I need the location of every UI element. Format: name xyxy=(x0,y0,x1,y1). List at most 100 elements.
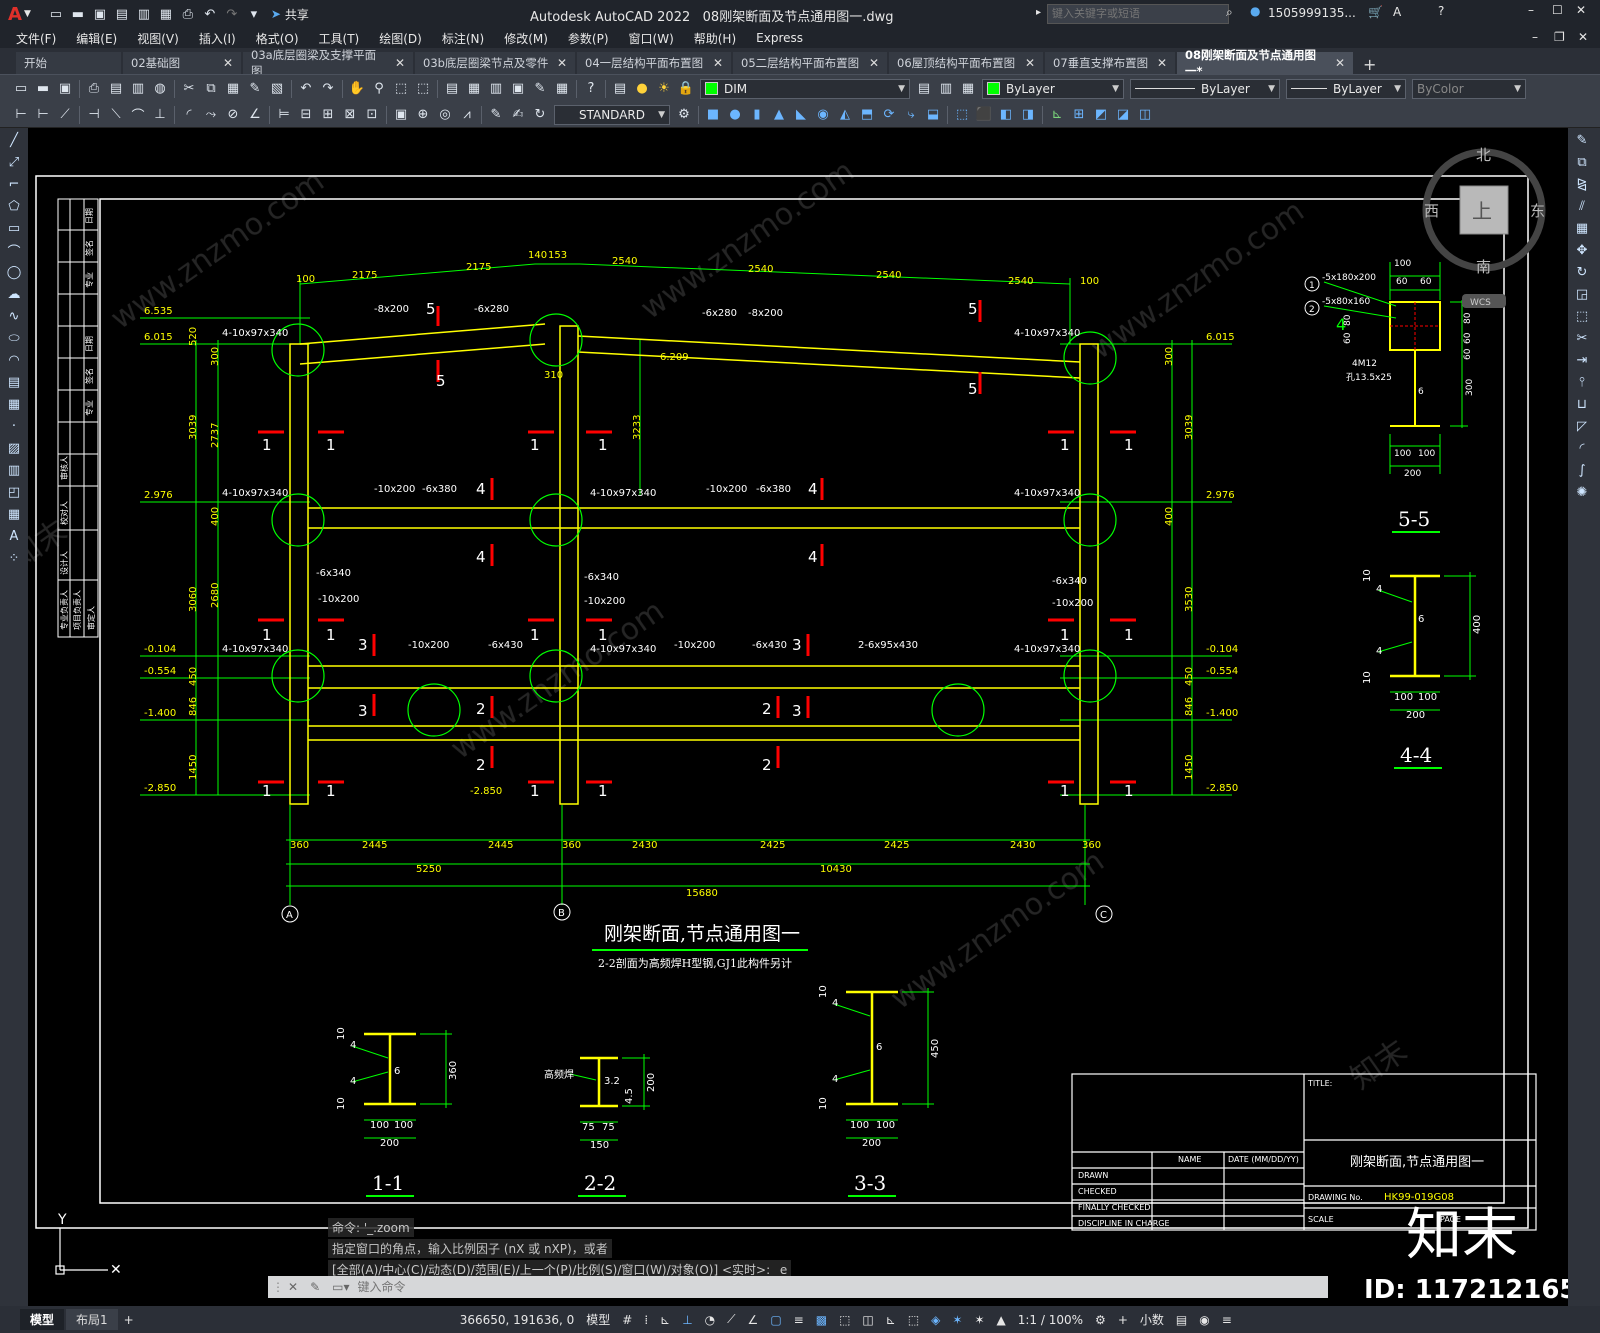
loft-icon[interactable]: ⬓ xyxy=(924,106,942,124)
close-icon[interactable]: ✕ xyxy=(1576,3,1586,17)
revolve-icon[interactable]: ⟳ xyxy=(880,106,898,124)
add-layout-icon[interactable]: + xyxy=(124,1313,134,1327)
ortho-icon[interactable]: ⊥ xyxy=(682,1313,692,1327)
user-icon[interactable]: ● xyxy=(1250,4,1260,18)
arc-length-icon[interactable]: ⌒ xyxy=(129,106,147,124)
ellipse-icon[interactable]: ⬭ xyxy=(4,328,24,348)
menu-file[interactable]: 文件(F) xyxy=(6,30,66,47)
make-block-icon[interactable]: ▦ xyxy=(4,394,24,414)
menu-view[interactable]: 视图(V) xyxy=(127,30,189,47)
tab-04[interactable]: 04一层结构平面布置图 ✕ xyxy=(577,52,731,74)
maximize-icon[interactable]: ☐ xyxy=(1552,3,1563,17)
angular-icon[interactable]: ∠ xyxy=(246,106,264,124)
workspace-gear-icon[interactable]: ⚙ xyxy=(1095,1313,1106,1327)
close-tab-icon[interactable]: ✕ xyxy=(1157,56,1167,70)
3d-print-icon[interactable]: ◍ xyxy=(151,80,169,98)
selection-cycling-icon[interactable]: ⬚ xyxy=(839,1313,850,1327)
share-button[interactable]: 共享 xyxy=(285,6,309,23)
layer-previous-icon[interactable]: ▥ xyxy=(937,80,955,98)
cut-icon[interactable]: ✂ xyxy=(180,80,198,98)
arc-icon[interactable]: ⌒ xyxy=(4,240,24,260)
grip-icon[interactable]: ⋮ xyxy=(272,1280,284,1294)
save-as-icon[interactable]: ▤ xyxy=(113,5,131,23)
polar-icon[interactable]: ◔ xyxy=(705,1313,715,1327)
box-icon[interactable]: ■ xyxy=(704,106,722,124)
polyline-icon[interactable]: ⌐ xyxy=(4,174,24,194)
intersect-icon[interactable]: ◧ xyxy=(997,106,1015,124)
dim-break-icon[interactable]: ⊡ xyxy=(363,106,381,124)
snap-icon[interactable]: ⁞ xyxy=(644,1313,648,1327)
app-logo[interactable]: A xyxy=(8,4,22,25)
lineweight-dropdown[interactable]: ByLayer ▼ xyxy=(1286,78,1406,99)
viewcube-south[interactable]: 南 xyxy=(1476,258,1491,276)
block-editor-icon[interactable]: ▧ xyxy=(268,80,286,98)
tolerance-icon[interactable]: ▣ xyxy=(392,106,410,124)
dimstyle-manager-icon[interactable]: ⚙ xyxy=(675,106,693,124)
join-icon[interactable]: ⊔ xyxy=(1572,394,1592,414)
copy-object-icon[interactable]: ⧉ xyxy=(1572,152,1592,172)
doc-restore-icon[interactable]: ❐ xyxy=(1554,30,1565,44)
ucs-icon[interactable]: ⊾ xyxy=(1048,106,1066,124)
search-expand-icon[interactable]: ▸ xyxy=(1036,7,1041,18)
new-tab-icon[interactable]: + xyxy=(1355,55,1384,74)
mirror-icon[interactable]: ⧎ xyxy=(1572,174,1592,194)
ucs-object-icon[interactable]: ◪ xyxy=(1114,106,1132,124)
gizmo-icon[interactable]: ◈ xyxy=(931,1313,940,1327)
hatch-icon[interactable]: ▨ xyxy=(4,438,24,458)
close-tab-icon[interactable]: ✕ xyxy=(223,56,233,70)
open-file-icon[interactable]: ▬ xyxy=(69,5,87,23)
viewcube[interactable]: 上 北 南 西 东 WCS xyxy=(1422,146,1546,308)
move-icon[interactable]: ✥ xyxy=(1572,240,1592,260)
doc-close-icon[interactable]: ✕ xyxy=(1578,30,1588,44)
viewcube-top[interactable]: 上 xyxy=(1472,199,1492,223)
transparency-icon[interactable]: ▩ xyxy=(816,1313,827,1327)
quick-dim-icon[interactable]: ⊢ xyxy=(12,106,30,124)
wcs-menu[interactable]: WCS xyxy=(1470,298,1491,308)
quick-dimension-icon[interactable]: ⊨ xyxy=(275,106,293,124)
plotstyle-dropdown[interactable]: ByColor ▼ xyxy=(1412,78,1526,99)
tab-start[interactable]: 开始 xyxy=(16,52,121,74)
continue-icon[interactable]: ⊞ xyxy=(319,106,337,124)
undo-icon[interactable]: ↶ xyxy=(201,5,219,23)
drawing-svg[interactable]: www.znzmo.com www.znzmo.com www.znzmo.co… xyxy=(28,128,1568,1306)
close-tab-icon[interactable]: ✕ xyxy=(1335,56,1345,70)
customize-status-icon[interactable]: ≡ xyxy=(1222,1313,1232,1327)
dim-aligned-icon[interactable]: ⟍ xyxy=(107,106,125,124)
share-icon[interactable]: ➤ xyxy=(271,7,281,21)
close-icon[interactable]: ✕ xyxy=(288,1280,298,1294)
menu-modify[interactable]: 修改(M) xyxy=(494,30,558,47)
new-file-icon[interactable]: ▭ xyxy=(47,5,65,23)
layer-properties-icon[interactable]: ▤ xyxy=(611,80,629,98)
table-icon[interactable]: ▦ xyxy=(4,504,24,524)
print-icon[interactable]: ⎙ xyxy=(179,5,197,23)
viewcube-west[interactable]: 西 xyxy=(1424,202,1439,220)
aligned-dim-icon[interactable]: ⟋ xyxy=(56,106,74,124)
menu-insert[interactable]: 插入(I) xyxy=(189,30,246,47)
rotate-icon[interactable]: ↻ xyxy=(1572,262,1592,282)
diameter-icon[interactable]: ⊘ xyxy=(224,106,242,124)
drawing-canvas[interactable]: www.znzmo.com www.znzmo.com www.znzmo.co… xyxy=(28,128,1568,1306)
ucs-world-icon[interactable]: ⊞ xyxy=(1070,106,1088,124)
paste-icon[interactable]: ▦ xyxy=(224,80,242,98)
annotation-scale-icon[interactable]: ▲ xyxy=(997,1313,1006,1327)
jogged-icon[interactable]: ⤳ xyxy=(202,106,220,124)
sun-icon[interactable]: ☀ xyxy=(655,80,673,98)
undo-icon[interactable]: ↶ xyxy=(297,80,315,98)
dim-space-icon[interactable]: ⊠ xyxy=(341,106,359,124)
ucs-view-icon[interactable]: ◫ xyxy=(1136,106,1154,124)
menu-window[interactable]: 窗口(W) xyxy=(619,30,684,47)
save-icon[interactable]: ▣ xyxy=(56,80,74,98)
circle-icon[interactable]: ◯ xyxy=(4,262,24,282)
minimize-icon[interactable]: – xyxy=(1528,3,1534,17)
gradient-icon[interactable]: ▥ xyxy=(4,460,24,480)
lightbulb-icon[interactable]: ● xyxy=(633,80,651,98)
dynamic-ucs-icon[interactable]: ⊾ xyxy=(886,1313,896,1327)
slice-icon[interactable]: ◨ xyxy=(1019,106,1037,124)
blend-icon[interactable]: ∫ xyxy=(1572,460,1592,480)
3d-osnap-icon[interactable]: ◫ xyxy=(862,1313,873,1327)
search-icon[interactable]: ⌕ xyxy=(1226,5,1233,20)
user-name[interactable]: 1505999135... xyxy=(1268,6,1356,20)
tab-06[interactable]: 06屋顶结构平面布置图 ✕ xyxy=(889,52,1043,74)
menu-edit[interactable]: 编辑(E) xyxy=(66,30,127,47)
cart-icon[interactable]: 🛒 xyxy=(1368,5,1383,19)
